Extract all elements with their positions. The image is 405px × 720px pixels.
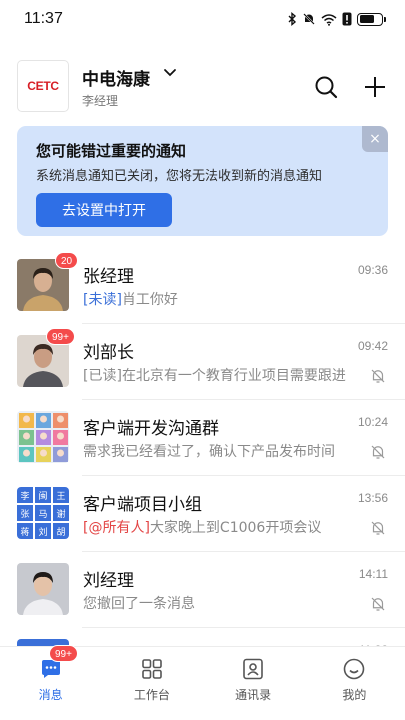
preview-tag: [未读]	[83, 292, 122, 308]
group-member-tile: 刘	[35, 523, 51, 539]
tab-label: 通讯录	[235, 688, 272, 702]
group-member-tile: 张	[17, 505, 33, 521]
chat-name: 刘经理	[83, 571, 134, 591]
tab-label: 我的	[342, 688, 367, 702]
search-icon[interactable]	[312, 73, 340, 101]
preview-text: 在北京有一个教育行业项目需要跟进	[121, 368, 346, 384]
preview-tag: [@所有人]	[83, 520, 150, 536]
avatar	[17, 563, 69, 615]
org-name[interactable]: 中电海康	[82, 65, 150, 90]
smiley-icon	[344, 658, 365, 680]
group-member-tile: 蒋	[17, 523, 33, 539]
chat-preview: 您撤回了一条消息	[83, 593, 353, 613]
unread-badge: 99+	[46, 328, 75, 345]
notification-banner: 您可能错过重要的通知 系统消息通知已关闭，您将无法收到新的消息通知 去设置中打开…	[17, 126, 388, 236]
chat-row[interactable]: 刘经理 14:11 您撤回了一条消息	[0, 552, 405, 628]
group-member-tile: 胡	[53, 523, 69, 539]
chat-preview: [@所有人]大家晚上到C1006开项会议	[83, 517, 353, 537]
org-header: CETC 中电海康 李经理	[0, 56, 405, 118]
status-time: 11:37	[24, 10, 63, 27]
bluetooth-icon	[288, 12, 297, 26]
mute-bell-icon	[371, 521, 385, 535]
mute-bell-icon	[371, 369, 385, 383]
grid-icon	[142, 659, 162, 679]
chat-name: 客户端开发沟通群	[83, 419, 219, 439]
group-member-tile: 闽	[35, 487, 51, 503]
mute-bell-icon	[371, 445, 385, 459]
preview-text: 您撤回了一条消息	[83, 596, 195, 612]
group-avatar-grid: 李闽王张马谢蒋刘胡	[17, 487, 69, 539]
avatar	[17, 411, 69, 463]
preview-text: 需求我已经看过了，确认下产品发布时间	[83, 444, 335, 460]
tab-message[interactable]: 消息 99+	[0, 645, 101, 720]
chat-name: 客户端项目小组	[83, 495, 202, 515]
wifi-icon	[321, 13, 337, 26]
logo-text: CETC	[27, 79, 59, 93]
mute-bell-icon	[371, 597, 385, 611]
tab-contacts[interactable]: 通讯录	[203, 647, 304, 720]
status-bar: 11:37	[0, 0, 405, 38]
bottom-tab-bar: 消息 99+ 工作台 通讯录 我的	[0, 645, 405, 720]
org-logo: CETC	[17, 60, 69, 112]
tab-grid[interactable]: 工作台	[101, 647, 202, 720]
chat-name: 刘部长	[83, 343, 134, 363]
open-settings-button[interactable]: 去设置中打开	[36, 193, 172, 227]
preview-tag: [已读]	[83, 368, 122, 384]
tab-label: 消息	[38, 688, 63, 702]
unread-badge: 20	[55, 252, 79, 269]
tab-unread-badge: 99+	[49, 645, 78, 662]
chat-row[interactable]: 99+ 刘部长 09:42 [已读]在北京有一个教育行业项目需要跟进	[0, 324, 405, 400]
alert-icon	[342, 12, 352, 26]
status-icons	[287, 12, 386, 26]
battery-level	[359, 15, 375, 23]
notice-text: 系统消息通知已关闭，您将无法收到新的消息通知	[36, 169, 323, 184]
group-member-tile: 马	[35, 505, 51, 521]
contacts-icon	[243, 658, 263, 680]
notice-title: 您可能错过重要的通知	[36, 142, 187, 160]
chat-time: 09:42	[357, 339, 388, 353]
group-member-tile: 李	[17, 487, 33, 503]
close-icon[interactable]: ×	[362, 126, 388, 152]
chat-row[interactable]: 客户端开发沟通群 10:24 需求我已经看过了，确认下产品发布时间	[0, 400, 405, 476]
org-user-name: 李经理	[82, 94, 119, 108]
tab-label: 工作台	[133, 688, 170, 702]
chat-list: 20 张经理 09:36 [未读]肖工你好 99+ 刘部长 09:42 [已读]在北京有一个…	[0, 248, 405, 704]
plus-icon[interactable]	[361, 73, 389, 101]
chat-preview: [未读]肖工你好	[83, 289, 353, 309]
chat-name: 张经理	[83, 267, 134, 287]
battery-icon	[357, 12, 386, 26]
chat-time: 13:56	[357, 491, 388, 505]
chat-row[interactable]: 李闽王张马谢蒋刘胡客户端项目小组 13:56 [@所有人]大家晚上到C1006开项会…	[0, 476, 405, 552]
chevron-down-icon[interactable]	[161, 64, 179, 82]
chat-preview: 需求我已经看过了，确认下产品发布时间	[83, 441, 353, 461]
chat-row[interactable]: 20 张经理 09:36 [未读]肖工你好	[0, 248, 405, 324]
group-member-tile: 王	[53, 487, 69, 503]
chat-preview: [已读]在北京有一个教育行业项目需要跟进	[83, 365, 353, 385]
avatar: 李闽王张马谢蒋刘胡	[17, 487, 69, 539]
group-member-tile: 谢	[53, 505, 69, 521]
chat-time: 10:24	[357, 415, 388, 429]
chat-time: 14:11	[358, 567, 388, 581]
bell-off-icon	[303, 13, 315, 25]
tab-smiley[interactable]: 我的	[304, 647, 405, 720]
preview-text: 大家晚上到C1006开项会议	[149, 520, 322, 536]
chat-time: 09:36	[357, 263, 388, 277]
preview-text: 肖工你好	[121, 292, 178, 308]
